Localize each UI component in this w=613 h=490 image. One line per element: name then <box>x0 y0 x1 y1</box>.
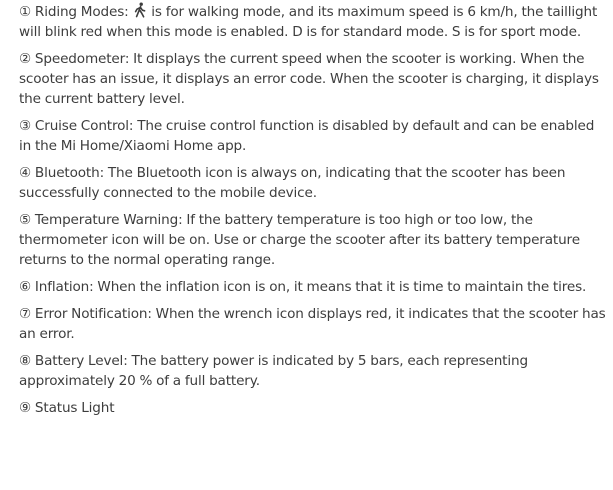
list-item-temperature-warning: ⑤ Temperature Warning: If the battery te… <box>19 210 609 270</box>
item-text: Temperature Warning: If the battery temp… <box>19 212 580 268</box>
walking-person-icon <box>135 2 146 18</box>
item-marker: ③ <box>19 118 32 134</box>
item-marker: ④ <box>19 165 32 181</box>
list-item-battery-level: ⑧ Battery Level: The battery power is in… <box>19 351 609 391</box>
item-marker: ⑤ <box>19 212 32 228</box>
item-text: Inflation: When the inflation icon is on… <box>34 279 587 295</box>
list-item-status-light: ⑨ Status Light <box>19 398 609 418</box>
item-text: Cruise Control: The cruise control funct… <box>19 118 595 154</box>
item-text: Battery Level: The battery power is indi… <box>19 353 528 389</box>
list-item-speedometer: ② Speedometer: It displays the current s… <box>19 49 609 109</box>
list-item-bluetooth: ④ Bluetooth: The Bluetooth icon is alway… <box>19 163 609 203</box>
item-text: Error Notification: When the wrench icon… <box>19 306 606 342</box>
item-marker: ⑧ <box>19 353 32 369</box>
item-text: Bluetooth: The Bluetooth icon is always … <box>19 165 566 201</box>
item-marker: ⑥ <box>19 279 32 295</box>
item-lead: Riding Modes: <box>34 4 133 20</box>
list-item-cruise-control: ③ Cruise Control: The cruise control fun… <box>19 116 609 156</box>
item-text: Speedometer: It displays the current spe… <box>19 51 599 107</box>
item-text: Status Light <box>34 400 115 416</box>
item-marker: ⑨ <box>19 400 32 416</box>
item-marker: ① <box>19 4 32 20</box>
item-marker: ② <box>19 51 32 67</box>
list-item-riding-modes: ① Riding Modes: is for walking mode, and… <box>19 2 609 42</box>
item-marker: ⑦ <box>19 306 32 322</box>
list-item-error-notification: ⑦ Error Notification: When the wrench ic… <box>19 304 609 344</box>
instruction-list: ① Riding Modes: is for walking mode, and… <box>0 0 613 490</box>
list-item-inflation: ⑥ Inflation: When the inflation icon is … <box>19 277 609 297</box>
